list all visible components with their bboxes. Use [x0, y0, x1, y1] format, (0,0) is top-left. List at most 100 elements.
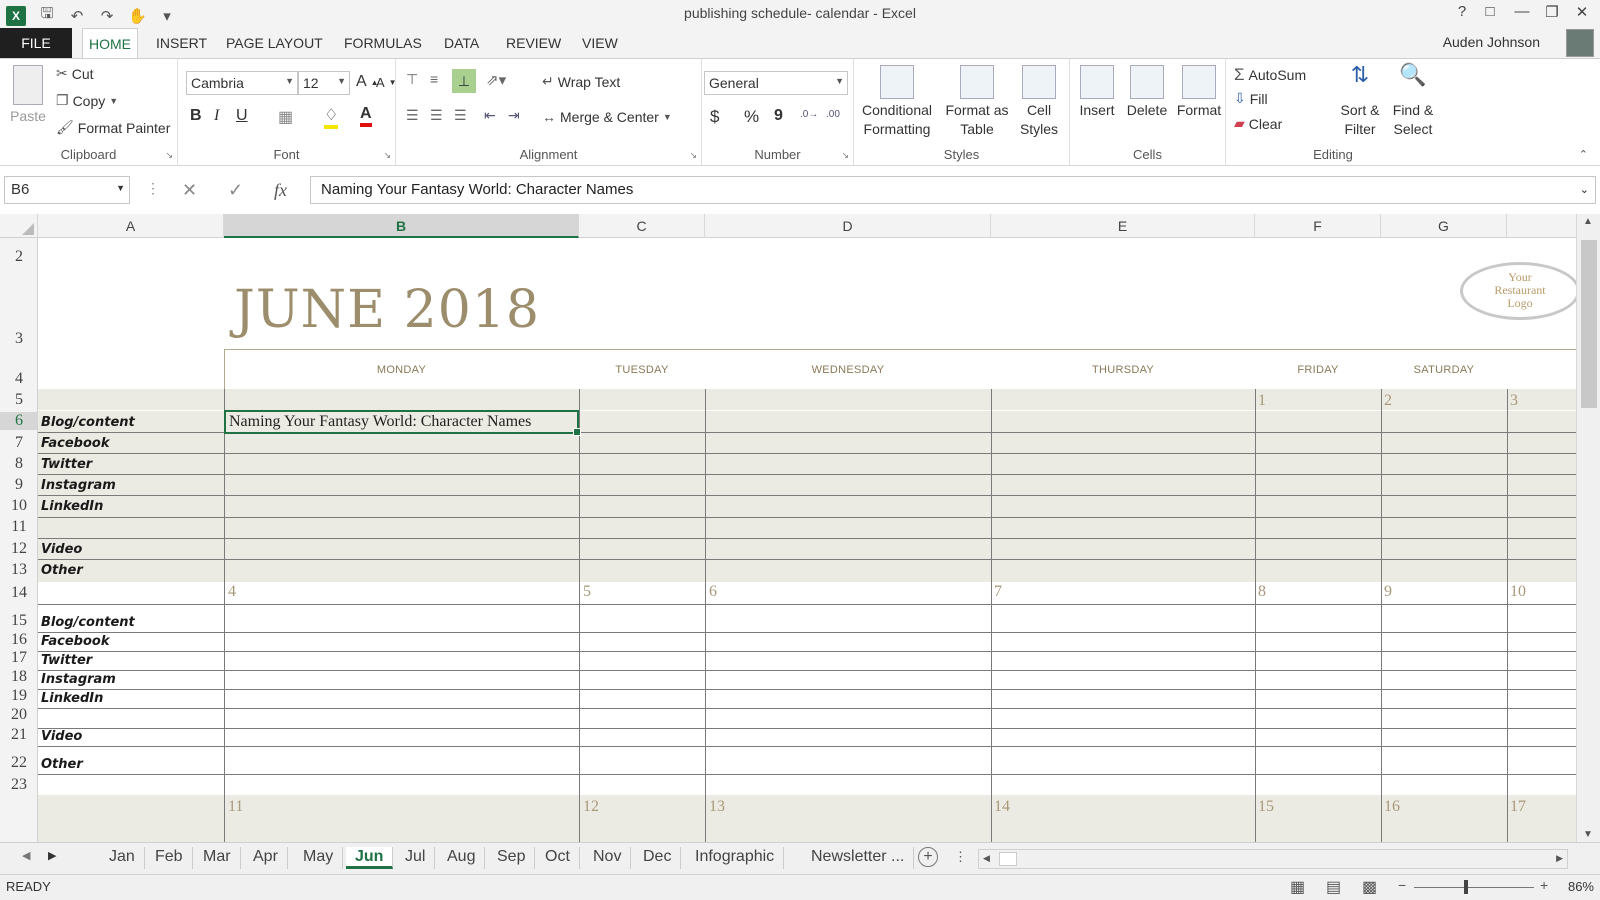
sheet-tab-nov[interactable]: Nov [584, 847, 632, 869]
dialog-launcher-icon[interactable]: ↘ [383, 150, 391, 161]
zoom-slider-thumb[interactable] [1464, 880, 1468, 894]
minimize-icon[interactable]: — [1512, 3, 1532, 20]
row-header[interactable]: 7 [0, 434, 38, 452]
normal-view-icon[interactable]: ▦ [1290, 877, 1305, 897]
scroll-down-icon[interactable]: ▼ [1583, 829, 1593, 840]
column-header-e[interactable]: E [991, 214, 1255, 238]
currency-button[interactable]: $ [710, 107, 719, 127]
row-header[interactable]: 22 [0, 754, 38, 772]
italic-button[interactable]: I [214, 107, 219, 125]
column-header-a[interactable]: A [38, 214, 224, 238]
horizontal-scrollbar[interactable]: ◀ ▶ [978, 849, 1568, 869]
tab-review[interactable]: REVIEW [500, 28, 567, 58]
sheet-tab-jul[interactable]: Jul [396, 847, 436, 869]
format-painter-button[interactable]: 🖌 Format Painter [56, 119, 170, 136]
top-align-icon[interactable]: ⊤ [406, 71, 418, 88]
row-header[interactable]: 11 [0, 518, 38, 536]
sheet-tab-infographic[interactable]: Infographic [686, 847, 785, 869]
cut-button[interactable]: ✂ Cut [56, 65, 94, 82]
sort-filter-button[interactable]: ⇅ Sort & Filter [1334, 64, 1386, 139]
dialog-launcher-icon[interactable]: ↘ [689, 150, 697, 161]
prev-sheet-icon[interactable]: ◀ [22, 849, 30, 862]
column-header-d[interactable]: D [705, 214, 991, 238]
add-sheet-icon[interactable]: + [918, 847, 938, 867]
bold-button[interactable]: B [190, 107, 202, 125]
tab-page-layout[interactable]: PAGE LAYOUT [220, 28, 329, 58]
column-header-c[interactable]: C [579, 214, 705, 238]
user-name[interactable]: Auden Johnson [1443, 34, 1540, 50]
zoom-level[interactable]: 86% [1568, 879, 1594, 894]
paste-button[interactable]: Paste [8, 65, 48, 126]
orientation-icon[interactable]: ⇗▾ [486, 71, 506, 89]
row-header[interactable]: 3 [0, 330, 38, 348]
zoom-slider-track[interactable] [1414, 887, 1534, 888]
conditional-formatting-button[interactable]: Conditional Formatting [856, 65, 938, 139]
row-header[interactable]: 14 [0, 584, 38, 602]
tab-file[interactable]: FILE [0, 28, 72, 58]
sheet-tab-aug[interactable]: Aug [438, 847, 486, 869]
align-center-icon[interactable]: ☰ [430, 107, 443, 124]
page-break-view-icon[interactable]: ▩ [1362, 877, 1377, 897]
column-header-g[interactable]: G [1381, 214, 1507, 238]
worksheet[interactable]: JUNE 2018 Your Restaurant Logo MONDAY TU… [38, 238, 1576, 842]
zoom-in-icon[interactable]: + [1540, 877, 1548, 893]
delete-cells-button[interactable]: Delete [1122, 65, 1172, 120]
tab-insert[interactable]: INSERT [150, 28, 213, 58]
row-header[interactable]: 19 [0, 687, 38, 705]
row-header[interactable]: 13 [0, 561, 38, 579]
percent-button[interactable]: % [744, 107, 759, 127]
vertical-scroll-thumb[interactable] [1581, 240, 1597, 408]
comma-button[interactable]: 9 [774, 107, 783, 125]
increase-decimal-icon[interactable]: .0→ [800, 109, 818, 120]
find-select-button[interactable]: 🔍 Find & Select [1386, 64, 1440, 139]
select-all-corner[interactable] [0, 214, 38, 238]
ribbon-display-options-icon[interactable]: □ [1480, 3, 1500, 20]
cancel-icon[interactable]: ✕ [182, 180, 197, 201]
align-left-icon[interactable]: ☰ [406, 107, 419, 124]
help-icon[interactable]: ? [1452, 3, 1472, 20]
row-header[interactable]: 4 [0, 370, 38, 388]
sheet-tab-feb[interactable]: Feb [146, 847, 193, 869]
shrink-font-icon[interactable]: A ▼ [376, 75, 397, 90]
insert-cells-button[interactable]: Insert [1074, 65, 1120, 120]
sheet-tab-sep[interactable]: Sep [488, 847, 536, 869]
sheet-tab-jun[interactable]: Jun [346, 847, 394, 869]
scroll-up-icon[interactable]: ▲ [1583, 216, 1593, 227]
sheet-tab-apr[interactable]: Apr [244, 847, 288, 869]
number-format-select[interactable]: General ▼ [704, 71, 848, 95]
bottom-align-icon[interactable]: ⊥ [452, 69, 476, 93]
row-header[interactable]: 10 [0, 497, 38, 515]
sheet-tab-dec[interactable]: Dec [634, 847, 682, 869]
font-name-select[interactable]: Cambria ▼ [186, 71, 298, 95]
middle-align-icon[interactable]: ≡ [430, 71, 438, 87]
sheet-tab-may[interactable]: May [294, 847, 344, 869]
scroll-left-icon[interactable]: ◀ [983, 853, 990, 864]
row-header[interactable]: 8 [0, 455, 38, 473]
horizontal-scroll-thumb[interactable] [999, 852, 1017, 866]
dialog-launcher-icon[interactable]: ↘ [165, 150, 173, 161]
more-options-icon[interactable]: ⋮ [146, 180, 160, 197]
page-layout-view-icon[interactable]: ▤ [1326, 877, 1341, 897]
format-cells-button[interactable]: Format [1174, 65, 1224, 120]
fill-button[interactable]: ⇩ Fill [1234, 90, 1268, 107]
row-header[interactable]: 9 [0, 476, 38, 494]
row-header[interactable]: 15 [0, 612, 38, 630]
format-as-table-button[interactable]: Format as Table [942, 65, 1012, 139]
row-header[interactable]: 6 [0, 412, 38, 430]
row-header[interactable]: 23 [0, 776, 38, 794]
sheet-tab-oct[interactable]: Oct [536, 847, 580, 869]
scroll-right-icon[interactable]: ▶ [1556, 853, 1563, 864]
row-header[interactable]: 16 [0, 631, 38, 649]
row-header[interactable]: 5 [0, 391, 38, 409]
autosum-button[interactable]: Σ AutoSum [1234, 65, 1306, 85]
close-icon[interactable]: ✕ [1572, 3, 1592, 21]
sheet-tab-mar[interactable]: Mar [194, 847, 241, 869]
insert-function-icon[interactable]: fx [274, 180, 287, 201]
row-header[interactable]: 20 [0, 706, 38, 724]
tab-formulas[interactable]: FORMULAS [338, 28, 428, 58]
font-color-icon[interactable]: A [360, 105, 372, 127]
restore-icon[interactable]: ❐ [1542, 3, 1562, 21]
border-icon[interactable]: ▦ [278, 107, 293, 127]
vertical-scrollbar[interactable]: ▲ ▼ [1576, 214, 1600, 842]
more-sheets-icon[interactable]: ⋮ [954, 849, 967, 865]
